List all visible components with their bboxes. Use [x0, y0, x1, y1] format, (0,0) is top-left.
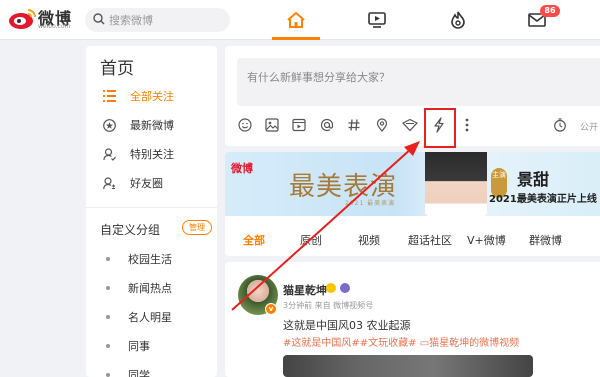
- composer-textarea[interactable]: [237, 58, 600, 106]
- tab-video[interactable]: 视频: [358, 232, 380, 248]
- bullet-icon: [106, 257, 110, 261]
- list-icon: [102, 89, 116, 103]
- vip-crown-icon: [326, 283, 336, 293]
- composer-input-box[interactable]: [237, 58, 600, 106]
- manage-groups-button[interactable]: 管理: [182, 220, 212, 235]
- level-badge-icon: [340, 283, 350, 293]
- sidebar-divider: [86, 207, 217, 208]
- tab-vplus[interactable]: V+微博: [467, 232, 506, 248]
- flame-icon: [451, 11, 465, 29]
- sidebar-item-label: 全部关注: [130, 90, 174, 103]
- location-icon: [376, 118, 388, 132]
- image-icon: [265, 118, 279, 132]
- message-count-badge: 86: [540, 5, 560, 17]
- nav-hot[interactable]: [446, 8, 470, 32]
- feed-tabs: 全部 原创 视频 超话社区 V+微博 群微博: [225, 224, 600, 256]
- group-item[interactable]: 名人明星: [106, 309, 172, 325]
- banner-name: 景甜: [517, 170, 550, 189]
- location-button[interactable]: [374, 117, 390, 133]
- left-sidebar: 首页 全部关注 最新微博 特别关注 好友圈 自定义分组 管理 校园生活 新闻热点…: [86, 46, 217, 377]
- headline-button[interactable]: [402, 117, 418, 133]
- home-icon: [287, 12, 305, 28]
- banner-caption: 2021最美表演正片上线: [489, 194, 597, 205]
- nav-video[interactable]: [365, 8, 389, 32]
- headline-icon: [402, 118, 418, 132]
- sidebar-item-label: 最新微博: [130, 119, 174, 132]
- post-tags[interactable]: #这就是中国风##文玩收藏# ▭猫星乾坤的微博视频: [283, 334, 519, 349]
- feed-header-card: 微博 最美表演 2021 最美表演 主演 景甜 2021最美表演正片上线 全部 …: [225, 152, 600, 256]
- tab-group-weibo[interactable]: 群微博: [529, 232, 562, 248]
- friends-icon: [102, 176, 116, 190]
- group-item[interactable]: 同事: [106, 338, 150, 354]
- tab-super-topic[interactable]: 超话社区: [408, 232, 452, 248]
- visibility-selector[interactable]: 公开: [580, 120, 598, 133]
- search-icon: [93, 13, 105, 25]
- hashtag-icon: [348, 119, 360, 131]
- topic-button[interactable]: [346, 117, 362, 133]
- post-author[interactable]: 猫星乾坤: [283, 282, 327, 298]
- sidebar-item-friends[interactable]: 好友圈: [102, 173, 163, 193]
- banner-portrait-image: [425, 152, 487, 216]
- mention-button[interactable]: [319, 117, 335, 133]
- logo-subtext: weibo.com: [38, 23, 71, 30]
- sidebar-item-special[interactable]: 特别关注: [102, 144, 174, 164]
- video-icon: [368, 12, 386, 28]
- more-button[interactable]: [459, 117, 475, 133]
- emoji-icon: [238, 118, 252, 132]
- weibo-eye-icon: [9, 9, 36, 29]
- verified-icon: v: [265, 303, 277, 315]
- tab-all[interactable]: 全部: [243, 232, 265, 248]
- post-video-thumbnail[interactable]: [283, 355, 533, 377]
- group-item-label: 同事: [128, 340, 150, 353]
- group-item-label: 名人明星: [128, 311, 172, 324]
- banner-subtitle: 2021 最美表演: [345, 200, 396, 207]
- banner-weibo-logo: 微博: [231, 162, 253, 175]
- custom-groups-title: 自定义分组: [100, 223, 161, 237]
- group-item[interactable]: 新闻热点: [106, 280, 172, 296]
- bullet-icon: [106, 373, 110, 377]
- star-icon: [102, 118, 116, 132]
- active-nav-underline: [272, 37, 320, 40]
- image-button[interactable]: [264, 117, 280, 133]
- post-text: 这就是中国风03 农业起源: [283, 319, 411, 332]
- bullet-icon: [106, 315, 110, 319]
- sidebar-item-label: 特别关注: [130, 148, 174, 161]
- post-meta: 3分钟前 来自 微博视频号: [283, 301, 374, 310]
- sidebar-item-latest[interactable]: 最新微博: [102, 115, 174, 135]
- feed-post: v 猫星乾坤 3分钟前 来自 微博视频号 这就是中国风03 农业起源 #这就是中…: [225, 262, 600, 377]
- search-input[interactable]: [109, 11, 224, 29]
- group-item-label: 校园生活: [128, 253, 172, 266]
- group-item[interactable]: 同学: [106, 367, 150, 377]
- bullet-icon: [106, 286, 110, 290]
- group-item[interactable]: 校园生活: [106, 251, 172, 267]
- timer-icon: [554, 118, 566, 132]
- emoji-button[interactable]: [237, 117, 253, 133]
- top-nav-bar: 微博 weibo.com 86: [0, 0, 600, 40]
- search-box[interactable]: [85, 8, 230, 32]
- highlight-annotation-box: [424, 108, 456, 148]
- mention-icon: [320, 118, 334, 132]
- user-check-icon: [102, 147, 116, 161]
- post-composer: 公开: [225, 46, 600, 148]
- sidebar-item-all-follows[interactable]: 全部关注: [102, 86, 174, 106]
- bullet-icon: [106, 344, 110, 348]
- group-item-label: 新闻热点: [128, 282, 172, 295]
- group-item-label: 同学: [128, 369, 150, 377]
- promo-banner[interactable]: 微博 最美表演 2021 最美表演 主演 景甜 2021最美表演正片上线: [225, 152, 600, 216]
- nav-home[interactable]: [284, 8, 308, 32]
- schedule-button[interactable]: [552, 117, 568, 133]
- video-upload-button[interactable]: [291, 117, 307, 133]
- sidebar-title: 首页: [100, 59, 134, 79]
- sidebar-item-label: 好友圈: [130, 177, 163, 190]
- more-vertical-icon: [465, 118, 469, 132]
- tab-original[interactable]: 原创: [300, 232, 322, 248]
- video-icon: [292, 118, 306, 132]
